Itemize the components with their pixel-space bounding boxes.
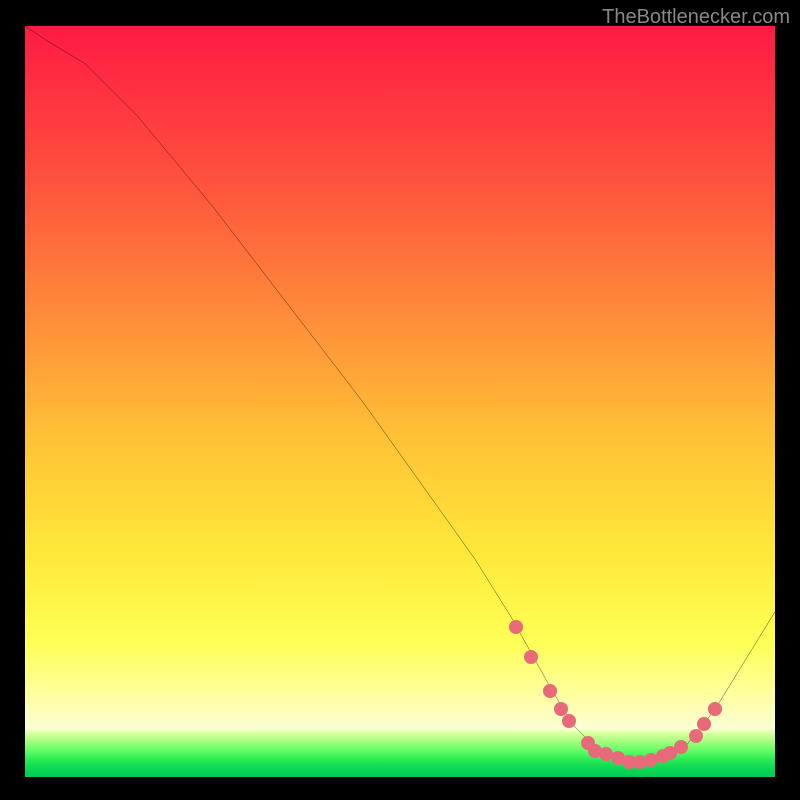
- chart-data-dot: [562, 714, 576, 728]
- chart-plot-area: [25, 26, 775, 777]
- chart-data-dot: [697, 717, 711, 731]
- chart-container: TheBottlenecker.com: [0, 0, 800, 800]
- chart-data-dot: [543, 684, 557, 698]
- chart-curve: [25, 26, 775, 777]
- chart-data-dot: [509, 620, 523, 634]
- chart-data-dot: [524, 650, 538, 664]
- attribution-text: TheBottlenecker.com: [602, 6, 790, 29]
- chart-data-dot: [674, 740, 688, 754]
- chart-data-dot: [708, 702, 722, 716]
